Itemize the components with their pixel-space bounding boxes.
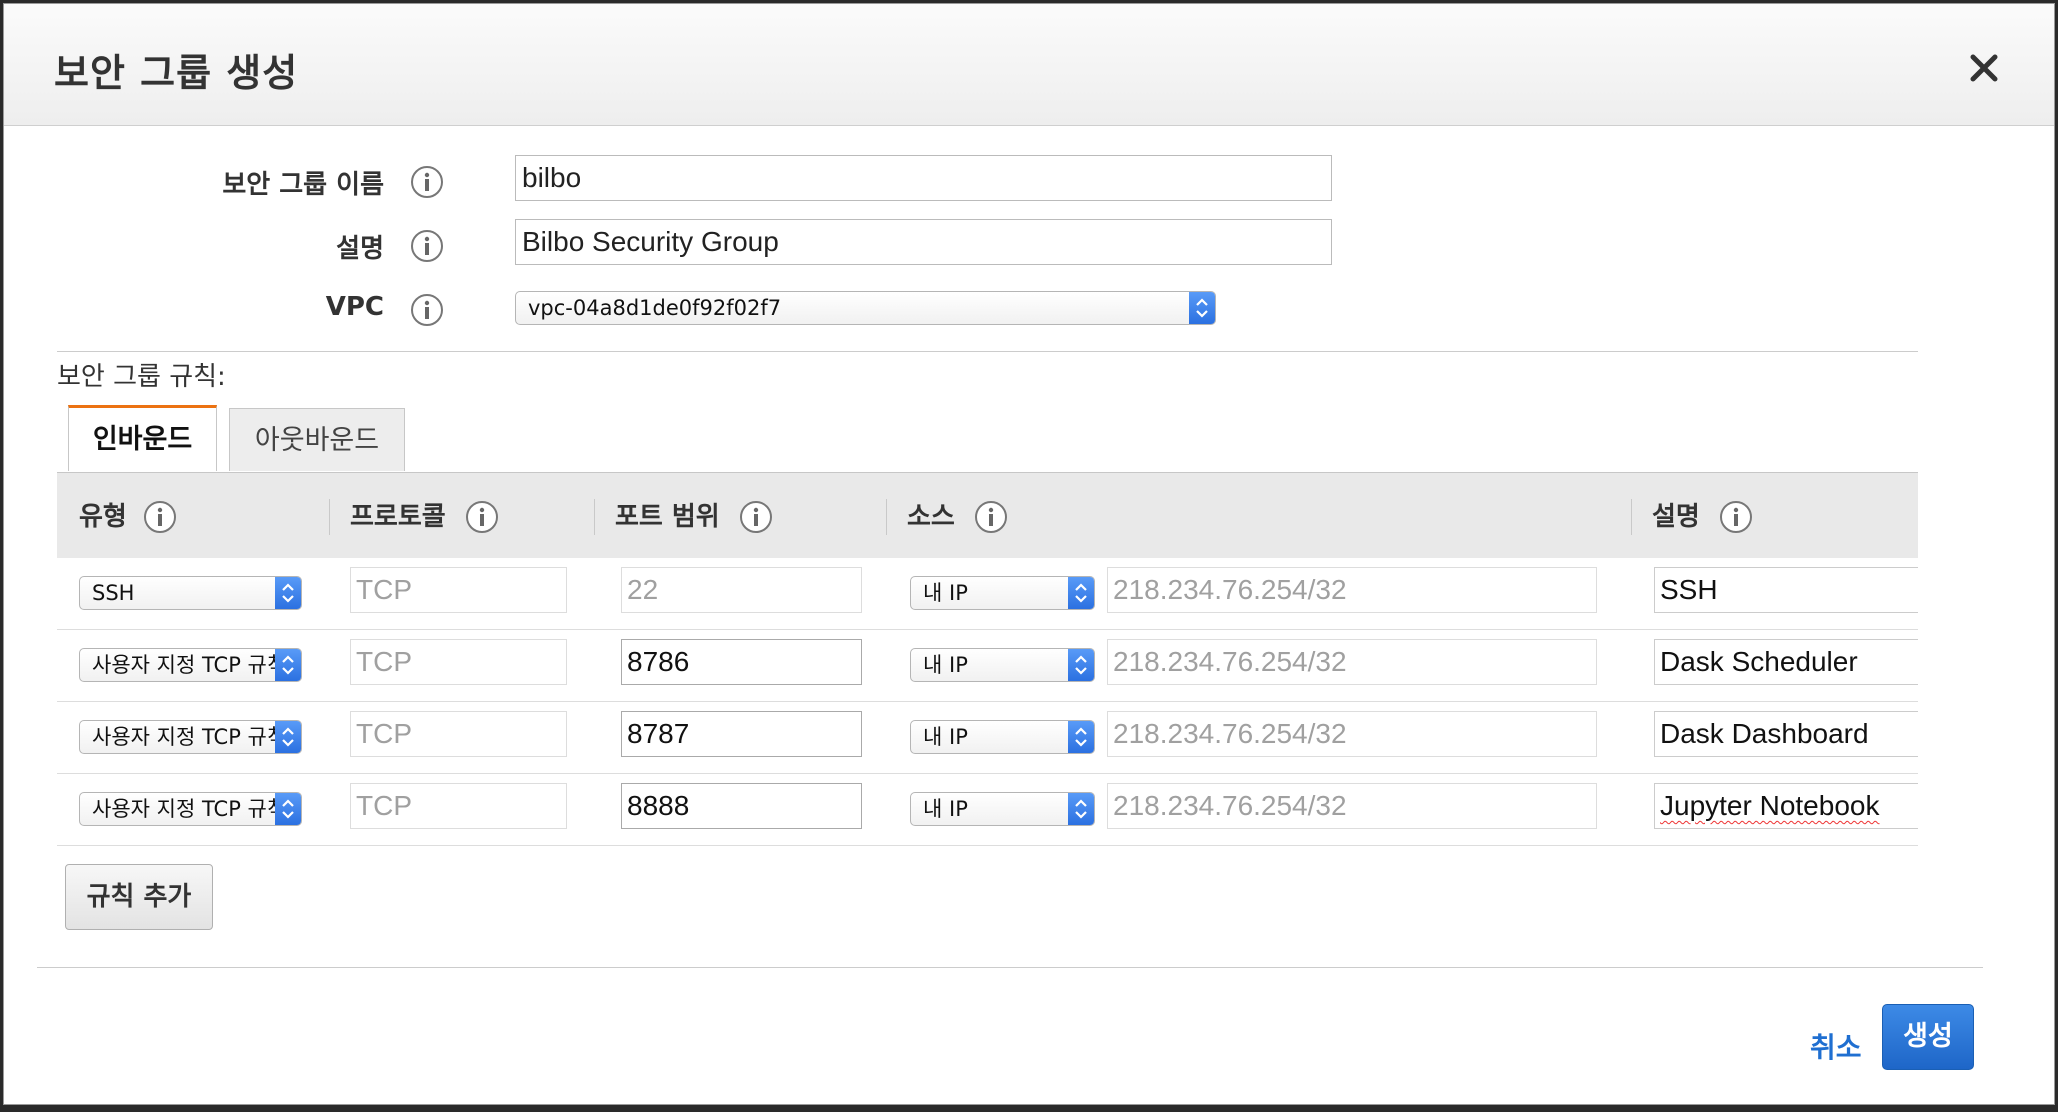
rule-port-field: 22	[621, 567, 862, 613]
vpc-select-value: vpc-04a8d1de0f92f02f7	[528, 296, 782, 320]
chevron-updown-icon	[1068, 649, 1094, 681]
rule-protocol-field: TCP	[350, 711, 567, 757]
rules-table-header: 유형 프로토콜 포트 범위 소스 설명	[57, 472, 1918, 558]
chevron-updown-icon	[1068, 793, 1094, 825]
info-icon[interactable]	[1719, 500, 1753, 534]
column-divider	[594, 499, 595, 535]
rule-source-select[interactable]: 내 IP	[910, 792, 1095, 826]
column-protocol: 프로토콜	[350, 502, 446, 532]
row-divider	[57, 845, 1918, 846]
rule-port-input[interactable]: 8888	[621, 783, 862, 829]
rule-source-value: 내 IP	[923, 581, 968, 605]
rule-protocol-field: TCP	[350, 783, 567, 829]
dialog-title: 보안 그룹 생성	[54, 51, 299, 95]
rule-type-value: 사용자 지정 TCP 규칙	[92, 653, 287, 677]
vpc-select[interactable]: vpc-04a8d1de0f92f02f7	[515, 291, 1216, 325]
add-rule-button[interactable]: 규칙 추가	[65, 864, 213, 930]
description-label: 설명	[336, 234, 384, 264]
info-icon[interactable]	[410, 293, 444, 327]
create-button[interactable]: 생성	[1882, 1004, 1974, 1070]
chevron-updown-icon	[1189, 292, 1215, 324]
tab-inbound[interactable]: 인바운드	[68, 405, 217, 471]
tab-outbound[interactable]: 아웃바운드	[229, 408, 405, 471]
rule-cidr-field[interactable]: 218.234.76.254/32	[1107, 783, 1597, 829]
rule-port-input[interactable]: 8786	[621, 639, 862, 685]
chevron-updown-icon	[1068, 721, 1094, 753]
cancel-link[interactable]: 취소	[1810, 1026, 1862, 1066]
info-icon[interactable]	[143, 500, 177, 534]
row-divider	[57, 773, 1918, 774]
rule-type-select[interactable]: 사용자 지정 TCP 규칙	[79, 720, 302, 754]
info-icon[interactable]	[739, 500, 773, 534]
info-icon[interactable]	[465, 500, 499, 534]
chevron-updown-icon	[275, 721, 301, 753]
column-source: 소스	[907, 502, 955, 532]
dialog-header: 보안 그룹 생성	[4, 4, 2054, 126]
column-type: 유형	[79, 502, 127, 532]
description-input[interactable]: Bilbo Security Group	[515, 219, 1332, 265]
rule-cidr-field[interactable]: 218.234.76.254/32	[1107, 567, 1597, 613]
rule-source-value: 내 IP	[923, 653, 968, 677]
rule-protocol-field: TCP	[350, 639, 567, 685]
rule-cidr-field[interactable]: 218.234.76.254/32	[1107, 711, 1597, 757]
create-security-group-dialog: 보안 그룹 생성 보안 그룹 이름 bilbo 설명 Bilbo Securit…	[3, 3, 2055, 1105]
rule-type-select[interactable]: SSH	[79, 576, 302, 610]
row-divider	[57, 701, 1918, 702]
rule-description-value: Jupyter Notebook	[1660, 790, 1880, 821]
column-divider	[1631, 499, 1632, 535]
chevron-updown-icon	[275, 577, 301, 609]
rule-type-value: 사용자 지정 TCP 규칙	[92, 797, 287, 821]
vpc-label: VPC	[325, 292, 384, 322]
chevron-updown-icon	[275, 649, 301, 681]
rule-description-input[interactable]: SSH	[1654, 567, 1918, 613]
rule-source-select[interactable]: 내 IP	[910, 720, 1095, 754]
column-divider	[886, 499, 887, 535]
rule-source-value: 내 IP	[923, 725, 968, 749]
rule-cidr-field[interactable]: 218.234.76.254/32	[1107, 639, 1597, 685]
column-port-range: 포트 범위	[615, 502, 720, 532]
rule-type-select[interactable]: 사용자 지정 TCP 규칙	[79, 648, 302, 682]
rule-type-value: SSH	[92, 581, 135, 605]
group-name-input[interactable]: bilbo	[515, 155, 1332, 201]
rule-description-input[interactable]: Dask Scheduler	[1654, 639, 1918, 685]
rule-description-input[interactable]: Jupyter Notebook	[1654, 783, 1918, 829]
divider	[57, 351, 1918, 352]
rule-source-select[interactable]: 내 IP	[910, 576, 1095, 610]
column-divider	[329, 499, 330, 535]
row-divider	[57, 629, 1918, 630]
rule-type-select[interactable]: 사용자 지정 TCP 규칙	[79, 792, 302, 826]
info-icon[interactable]	[410, 165, 444, 199]
rule-source-select[interactable]: 내 IP	[910, 648, 1095, 682]
info-icon[interactable]	[410, 229, 444, 263]
rule-source-value: 내 IP	[923, 797, 968, 821]
info-icon[interactable]	[974, 500, 1008, 534]
rules-section-label: 보안 그룹 규칙:	[57, 362, 226, 392]
chevron-updown-icon	[1068, 577, 1094, 609]
close-icon[interactable]	[1964, 48, 2004, 88]
column-description: 설명	[1652, 502, 1700, 532]
chevron-updown-icon	[275, 793, 301, 825]
rule-description-input[interactable]: Dask Dashboard	[1654, 711, 1918, 757]
group-name-label: 보안 그룹 이름	[222, 170, 384, 200]
rule-protocol-field: TCP	[350, 567, 567, 613]
footer-divider	[37, 967, 1983, 968]
rule-type-value: 사용자 지정 TCP 규칙	[92, 725, 287, 749]
rule-port-input[interactable]: 8787	[621, 711, 862, 757]
